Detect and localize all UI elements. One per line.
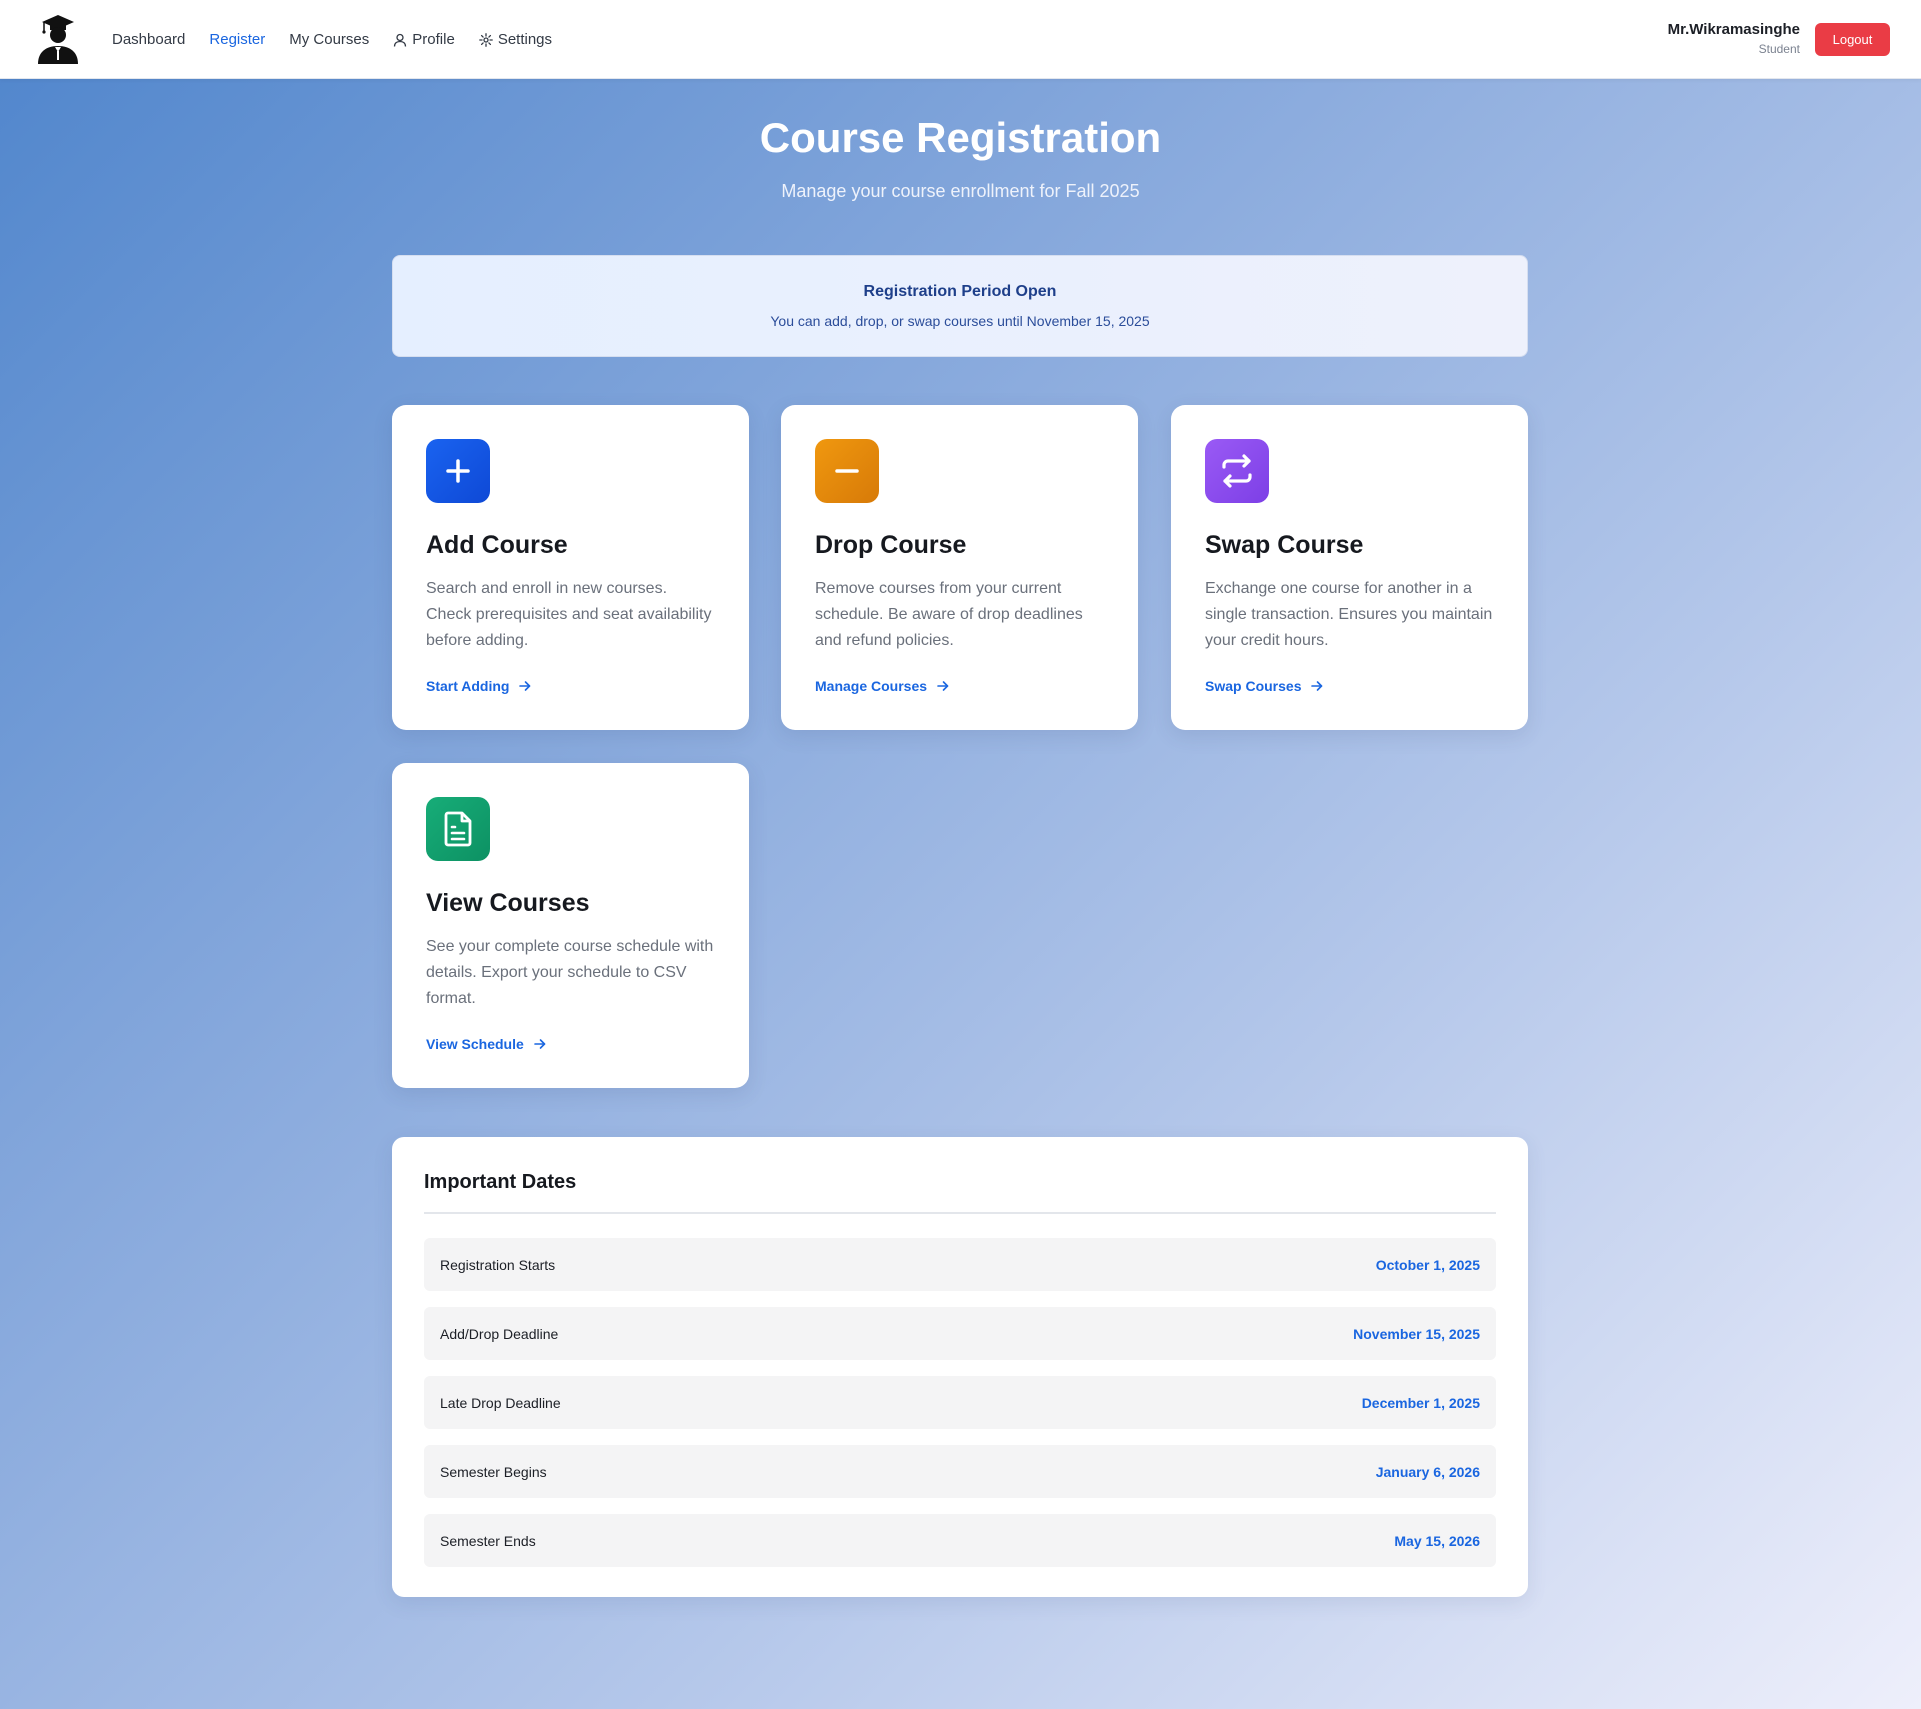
- nav-dashboard[interactable]: Dashboard: [112, 31, 185, 48]
- view-courses-card: View Courses See your complete course sc…: [392, 763, 749, 1088]
- date-row: Add/Drop Deadline November 15, 2025: [424, 1307, 1496, 1360]
- date-label: Semester Ends: [440, 1532, 536, 1549]
- date-row: Late Drop Deadline December 1, 2025: [424, 1376, 1496, 1429]
- registration-banner: Registration Period Open You can add, dr…: [392, 255, 1528, 357]
- card-title: View Courses: [426, 889, 590, 917]
- user-info: Mr.Wikramasinghe Student: [1668, 21, 1800, 56]
- date-row: Registration Starts October 1, 2025: [424, 1238, 1496, 1291]
- card-title: Swap Course: [1205, 531, 1364, 559]
- nav-my-courses[interactable]: My Courses: [289, 31, 369, 48]
- banner-title: Registration Period Open: [863, 283, 1057, 300]
- card-description: Exchange one course for another in a sin…: [1205, 580, 1493, 649]
- page-title: Course Registration: [759, 114, 1162, 161]
- date-label: Late Drop Deadline: [440, 1394, 561, 1411]
- card-description: Remove courses from your current schedul…: [815, 580, 1083, 649]
- arrow-right-icon: [519, 681, 531, 691]
- date-label: Semester Begins: [440, 1463, 547, 1480]
- date-value: October 1, 2025: [1375, 1256, 1480, 1273]
- section-title: Important Dates: [424, 1171, 577, 1193]
- user-role: Student: [1758, 42, 1800, 56]
- swap-course-card: Swap Course Exchange one course for anot…: [1171, 405, 1528, 730]
- date-value: November 15, 2025: [1353, 1325, 1480, 1342]
- important-dates-panel: Important Dates Registration Starts Octo…: [392, 1137, 1528, 1597]
- divider: [424, 1212, 1496, 1214]
- add-course-card: Add Course Search and enroll in new cour…: [392, 405, 749, 730]
- date-row: Semester Begins January 6, 2026: [424, 1445, 1496, 1498]
- top-navbar: Dashboard Register My Courses Profile Se…: [0, 0, 1921, 79]
- date-label: Add/Drop Deadline: [440, 1325, 559, 1342]
- card-description: Search and enroll in new courses. Check …: [426, 580, 712, 649]
- nav-settings[interactable]: Settings: [478, 31, 552, 48]
- arrow-right-icon: [1311, 681, 1323, 691]
- gear-icon: [478, 32, 493, 47]
- arrow-right-icon: [937, 681, 949, 691]
- date-value: January 6, 2026: [1375, 1463, 1480, 1480]
- nav-links: Dashboard Register My Courses Profile Se…: [112, 0, 552, 79]
- arrow-right-icon: [533, 1039, 546, 1049]
- user-icon: [394, 33, 407, 47]
- minus-icon: [815, 439, 879, 503]
- banner-text: You can add, drop, or swap courses until…: [770, 313, 1150, 329]
- swap-icon: [1205, 439, 1269, 503]
- nav-register[interactable]: Register: [209, 31, 265, 48]
- document-icon: [426, 797, 490, 861]
- date-value: May 15, 2026: [1394, 1532, 1480, 1549]
- manage-courses-link[interactable]: Manage Courses: [815, 678, 949, 694]
- card-title: Drop Course: [815, 531, 967, 559]
- swap-courses-link[interactable]: Swap Courses: [1205, 678, 1323, 694]
- date-value: December 1, 2025: [1361, 1394, 1480, 1411]
- user-name: Mr.Wikramasinghe: [1667, 21, 1800, 38]
- page-subtitle: Manage your course enrollment for Fall 2…: [781, 181, 1140, 201]
- view-schedule-link[interactable]: View Schedule: [426, 1036, 546, 1052]
- card-description: See your complete course schedule with d…: [426, 938, 714, 1007]
- plus-icon: [426, 439, 490, 503]
- start-adding-link[interactable]: Start Adding: [426, 678, 531, 694]
- date-row: Semester Ends May 15, 2026: [424, 1514, 1496, 1567]
- graduate-logo-icon[interactable]: [34, 14, 82, 64]
- date-label: Registration Starts: [440, 1256, 556, 1273]
- drop-course-card: Drop Course Remove courses from your cur…: [781, 405, 1138, 730]
- card-title: Add Course: [426, 531, 568, 559]
- nav-profile[interactable]: Profile: [393, 31, 455, 48]
- logout-button[interactable]: Logout: [1815, 23, 1890, 56]
